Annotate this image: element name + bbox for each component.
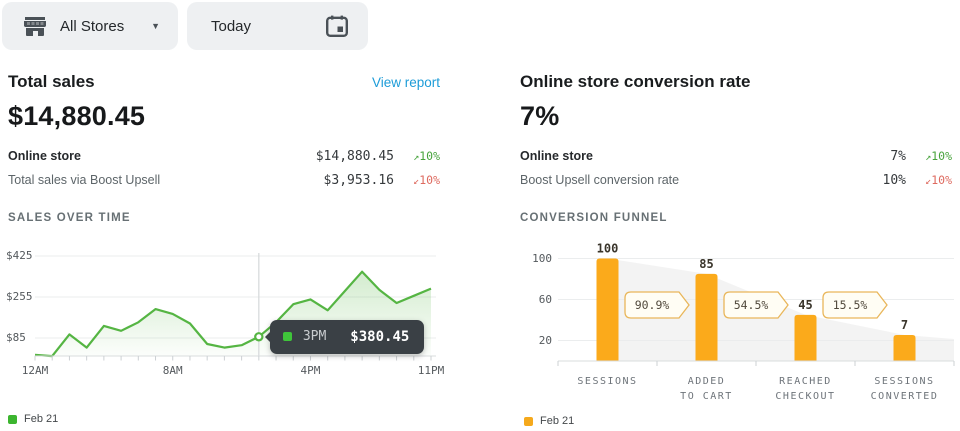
svg-text:15.5%: 15.5% [833,298,868,312]
date-selector[interactable]: Today [187,2,368,50]
metric-label: Boost Upsell conversion rate [520,173,883,187]
legend-swatch-orange [524,417,533,426]
svg-text:7: 7 [901,318,908,332]
conversion-rate-title: Online store conversion rate [520,72,751,92]
sales-over-time-title: SALES OVER TIME [8,212,440,224]
trend-badge: ↙10% [906,173,952,187]
svg-text:45: 45 [798,298,812,312]
funnel-category-label: SESSIONSCONVERTED [871,374,939,404]
store-selector-label: All Stores [60,18,124,35]
funnel-legend: Feb 21 [524,415,574,427]
metric-value: 7% [890,149,906,164]
conversion-rate-panel: Online store conversion rate 7% Online s… [520,72,952,224]
axis-tick-label: 8AM [163,364,183,377]
tooltip-series-swatch [283,332,292,341]
axis-tick-label: 20 [524,334,552,347]
conversion-rate-headline: 7% [520,101,952,132]
conversion-funnel-title: CONVERSION FUNNEL [520,212,952,224]
trend-badge: ↗10% [906,149,952,163]
chart-tooltip: 3PM $380.45 [270,320,425,354]
metric-label: Total sales via Boost Upsell [8,173,324,187]
tooltip-value: $380.45 [350,329,409,345]
axis-tick-label: 11PM [418,364,445,377]
sales-legend: Feb 21 [8,413,58,425]
svg-text:85: 85 [699,257,713,271]
axis-tick-label: $85 [6,331,26,344]
metric-row-online-store-rate: Online store 7% ↗10% [520,144,952,168]
axis-tick-label: 100 [524,252,552,265]
axis-tick-label: $425 [6,249,33,262]
legend-label: Feb 21 [24,413,58,425]
trend-badge: ↙10% [394,173,440,187]
svg-text:90.9%: 90.9% [635,298,670,312]
metric-label: Online store [8,149,316,163]
metric-value: $3,953.16 [324,173,394,188]
chevron-down-icon: ▼ [151,21,160,31]
svg-text:54.5%: 54.5% [734,298,769,312]
funnel-category-label: SESSIONS [577,374,637,389]
axis-tick-label: 12AM [22,364,49,377]
metric-label: Online store [520,149,890,163]
conversion-funnel-chart[interactable]: 1008545790.9%54.5%15.5% [558,248,954,378]
metric-value: 10% [883,173,906,188]
funnel-category-label: ADDEDTO CART [680,374,733,404]
metric-row-boost-upsell-rate: Boost Upsell conversion rate 10% ↙10% [520,168,952,192]
trend-badge: ↗10% [394,149,440,163]
analytics-dashboard: All Stores ▼ Today Total sales View repo… [0,0,960,431]
axis-tick-label: 60 [524,293,552,306]
metric-value: $14,880.45 [316,149,394,164]
axis-tick-label: 4PM [301,364,321,377]
metric-row-online-store: Online store $14,880.45 ↗10% [8,144,440,168]
date-selector-label: Today [211,18,251,35]
svg-text:100: 100 [597,242,619,256]
calendar-icon [326,15,348,37]
legend-swatch-green [8,415,17,424]
legend-label: Feb 21 [540,415,574,427]
funnel-category-label: REACHEDCHECKOUT [775,374,835,404]
view-report-link[interactable]: View report [372,75,440,90]
total-sales-headline: $14,880.45 [8,101,440,132]
tooltip-time: 3PM [303,329,326,344]
total-sales-title: Total sales [8,72,95,92]
axis-tick-label: $255 [6,290,33,303]
total-sales-panel: Total sales View report $14,880.45 Onlin… [8,72,440,224]
store-selector[interactable]: All Stores ▼ [2,2,178,50]
metric-row-boost-upsell: Total sales via Boost Upsell $3,953.16 ↙… [8,168,440,192]
store-icon [24,17,46,36]
